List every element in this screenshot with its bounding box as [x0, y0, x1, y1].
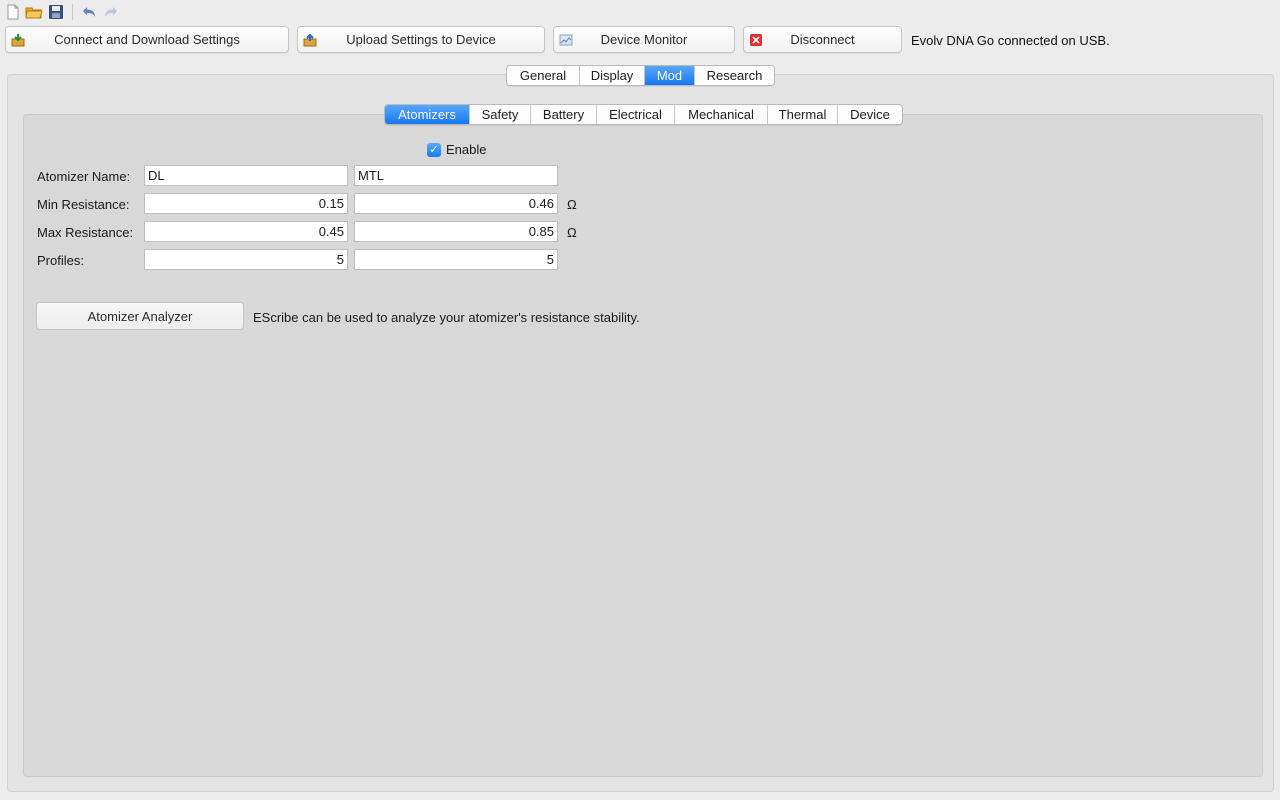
enable-checkbox[interactable]: ✓: [427, 142, 441, 157]
tab-thermal[interactable]: Thermal: [768, 105, 838, 124]
max-resistance-label: Max Resistance:: [37, 225, 134, 240]
disconnect-button[interactable]: Disconnect: [743, 26, 902, 53]
profiles-label: Profiles:: [37, 253, 84, 268]
atomizer-name-label: Atomizer Name:: [37, 169, 131, 184]
tab-device[interactable]: Device: [838, 105, 902, 124]
icon-toolbar: [0, 0, 1280, 24]
tab-atomizers[interactable]: Atomizers: [385, 105, 470, 124]
upload-settings-button[interactable]: Upload Settings to Device: [297, 26, 545, 53]
tab-electrical[interactable]: Electrical: [597, 105, 675, 124]
tab-mechanical[interactable]: Mechanical: [675, 105, 768, 124]
device-monitor-label: Device Monitor: [600, 32, 688, 47]
enable-checkbox-row[interactable]: ✓ Enable: [427, 142, 486, 157]
tab-safety[interactable]: Safety: [470, 105, 531, 124]
min-resistance-1-field[interactable]: [144, 193, 348, 214]
profiles-1-field[interactable]: [144, 249, 348, 270]
tab-display[interactable]: Display: [580, 66, 645, 85]
connection-status: Evolv DNA Go connected on USB.: [911, 33, 1110, 48]
min-resistance-2-field[interactable]: [354, 193, 558, 214]
atomizer-analyzer-button[interactable]: Atomizer Analyzer: [36, 302, 244, 330]
tab-battery[interactable]: Battery: [531, 105, 597, 124]
open-folder-icon[interactable]: [25, 3, 43, 21]
download-icon: [11, 33, 25, 47]
max-resistance-2-field[interactable]: [354, 221, 558, 242]
tab-general[interactable]: General: [507, 66, 580, 85]
main-tab-bar: General Display Mod Research: [506, 65, 775, 86]
atomizer-name-2-field[interactable]: [354, 165, 558, 186]
enable-label: Enable: [446, 142, 487, 157]
min-resistance-unit: Ω: [567, 197, 577, 212]
disconnect-label: Disconnect: [790, 32, 855, 47]
tab-mod[interactable]: Mod: [645, 66, 695, 85]
undo-icon[interactable]: [80, 3, 98, 21]
connect-download-label: Connect and Download Settings: [54, 32, 240, 47]
min-resistance-label: Min Resistance:: [37, 197, 130, 212]
close-icon: [749, 33, 763, 47]
connect-download-button[interactable]: Connect and Download Settings: [5, 26, 289, 53]
redo-icon[interactable]: [102, 3, 120, 21]
save-icon[interactable]: [47, 3, 65, 21]
upload-icon: [303, 33, 317, 47]
atomizer-name-1-field[interactable]: [144, 165, 348, 186]
toolbar-separator: [72, 4, 73, 20]
device-monitor-button[interactable]: Device Monitor: [553, 26, 735, 53]
profiles-2-field[interactable]: [354, 249, 558, 270]
max-resistance-unit: Ω: [567, 225, 577, 240]
tab-research[interactable]: Research: [695, 66, 774, 85]
new-file-icon[interactable]: [4, 3, 22, 21]
sub-tab-bar: Atomizers Safety Battery Electrical Mech…: [384, 104, 903, 125]
max-resistance-1-field[interactable]: [144, 221, 348, 242]
analyzer-description: EScribe can be used to analyze your atom…: [253, 310, 640, 325]
monitor-icon: [559, 33, 573, 47]
upload-settings-label: Upload Settings to Device: [346, 32, 496, 47]
